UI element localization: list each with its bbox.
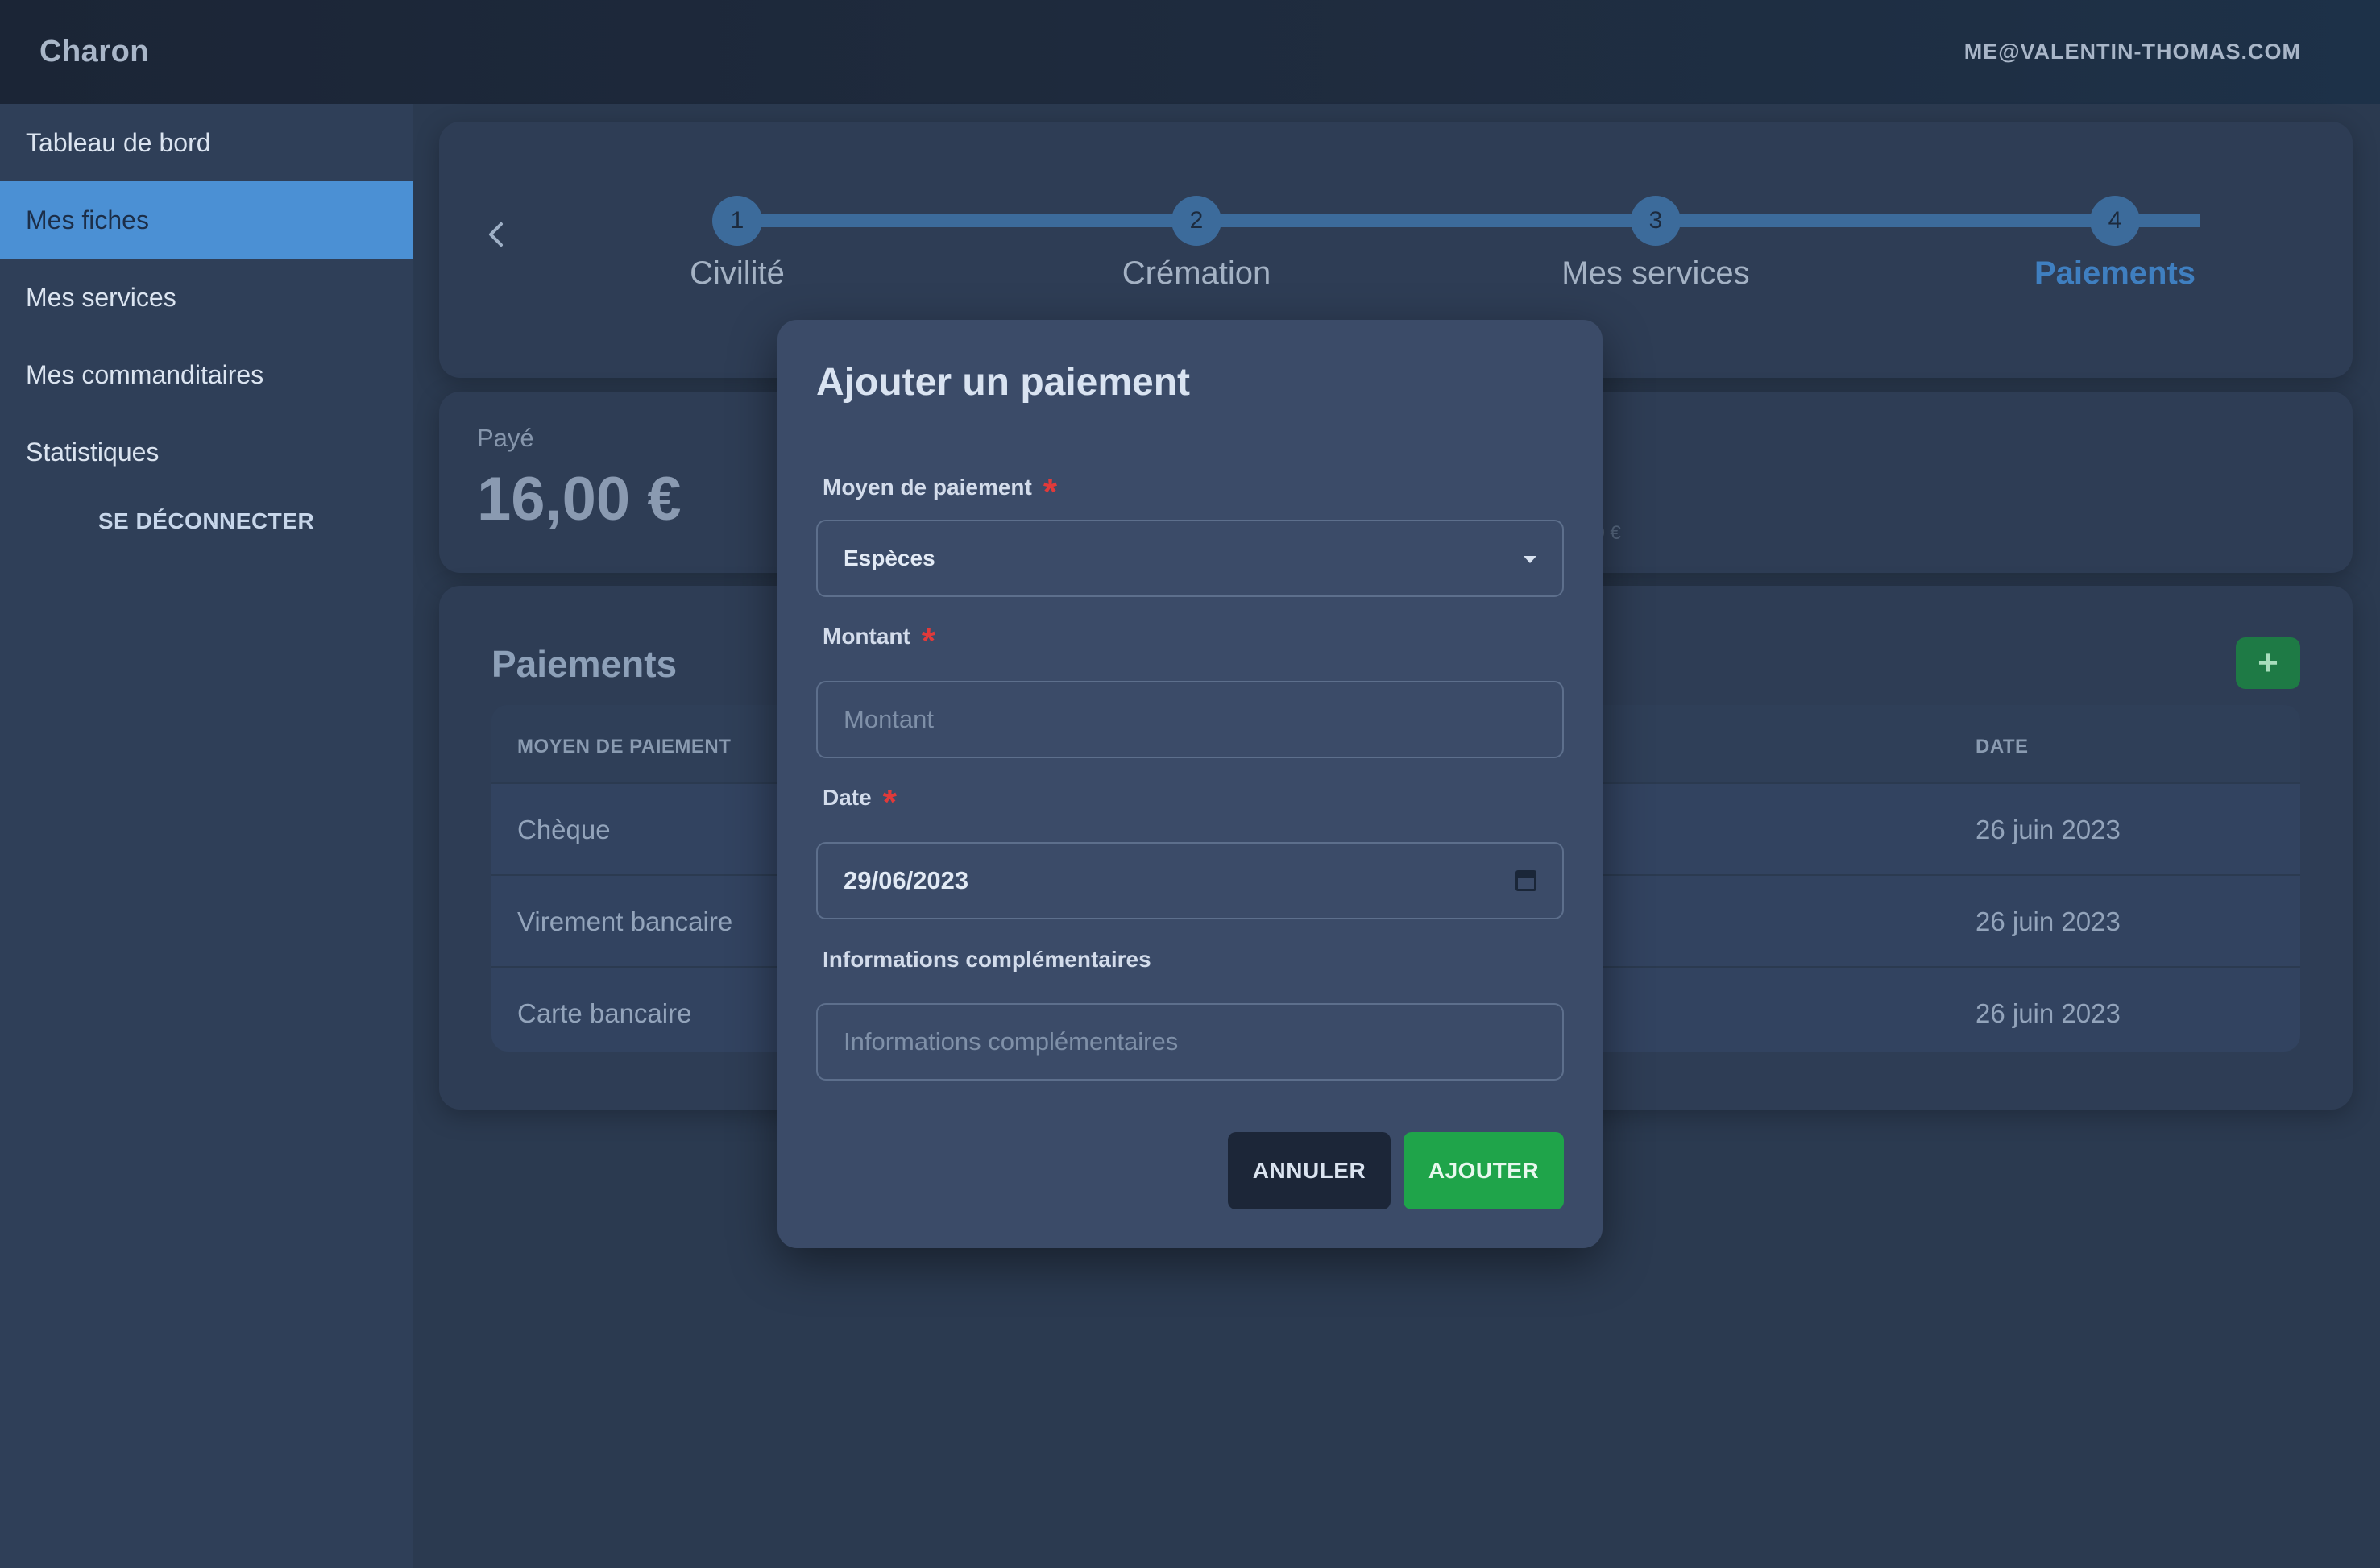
sidebar-item-tableau-de-bord[interactable]: Tableau de bord (0, 104, 413, 181)
info-placeholder: Informations complémentaires (844, 1027, 1179, 1056)
add-payment-modal: Ajouter un paiement Moyen de paiement * … (777, 320, 1603, 1248)
required-asterisk-icon: * (921, 621, 935, 661)
calendar-icon[interactable] (1515, 870, 1536, 891)
app-brand[interactable]: Charon (39, 35, 149, 69)
required-asterisk-icon: * (1043, 472, 1057, 512)
payment-method-select[interactable]: Espèces (816, 520, 1564, 597)
step-paiements[interactable]: 4 Paiements (1994, 196, 2236, 292)
step-label: Mes services (1561, 255, 1750, 291)
label-text: Date (823, 785, 872, 810)
cell-date: 26 juin 2023 (1976, 906, 2121, 936)
amount-placeholder: Montant (844, 705, 935, 733)
select-value: Espèces (844, 545, 935, 570)
plus-icon: + (2258, 643, 2278, 682)
sidebar-item-mes-services[interactable]: Mes services (0, 259, 413, 336)
date-value: 29/06/2023 (844, 866, 969, 894)
date-input[interactable]: 29/06/2023 (816, 842, 1564, 919)
amount-label: Montant * (823, 624, 935, 659)
logout-button[interactable]: SE DÉCONNECTER (0, 508, 413, 534)
payment-method-label: Moyen de paiement * (823, 475, 1057, 510)
required-asterisk-icon: * (882, 782, 897, 822)
step-number: 4 (2090, 196, 2140, 246)
step-label: Crémation (1122, 255, 1271, 291)
payments-title: Paiements (491, 643, 678, 685)
label-text: Moyen de paiement (823, 475, 1032, 500)
submit-button[interactable]: AJOUTER (1404, 1132, 1564, 1209)
paid-value: 16,00 € (477, 465, 682, 533)
cell-date: 26 juin 2023 (1976, 815, 2121, 844)
caret-down-icon (1524, 548, 1536, 569)
cancel-button[interactable]: ANNULER (1228, 1132, 1391, 1209)
sidebar-item-mes-commanditaires[interactable]: Mes commanditaires (0, 336, 413, 413)
step-number: 3 (1631, 196, 1681, 246)
label-text: Montant (823, 624, 910, 649)
step-number: 1 (712, 196, 762, 246)
cell-date: 26 juin 2023 (1976, 998, 2121, 1028)
column-header-method: MOYEN DE PAIEMENT (517, 736, 732, 757)
step-cremation[interactable]: 2 Crémation (1076, 196, 1317, 292)
label-text: Informations complémentaires (823, 947, 1151, 972)
cell-method: Chèque (517, 815, 611, 844)
stepper-track (737, 214, 2200, 227)
cell-method: Carte bancaire (517, 998, 692, 1028)
add-payment-button[interactable]: + (2236, 637, 2300, 689)
modal-title: Ajouter un paiement (816, 361, 1191, 404)
column-header-date: DATE (1976, 736, 2029, 757)
step-mes-services[interactable]: 3 Mes services (1535, 196, 1777, 292)
sidebar-item-mes-fiches[interactable]: Mes fiches (0, 181, 413, 259)
user-email[interactable]: ME@VALENTIN-THOMAS.COM (1964, 39, 2301, 64)
sidebar: Tableau de bord Mes fiches Mes services … (0, 104, 413, 1568)
info-input[interactable]: Informations complémentaires (816, 1003, 1564, 1081)
chevron-left-icon[interactable] (479, 218, 512, 251)
step-number: 2 (1171, 196, 1221, 246)
date-label: Date * (823, 782, 897, 822)
sidebar-item-statistiques[interactable]: Statistiques (0, 413, 413, 491)
step-label: Paiements (2034, 255, 2196, 291)
cell-method: Virement bancaire (517, 906, 733, 936)
paid-label: Payé (477, 424, 534, 452)
amount-input[interactable]: Montant (816, 681, 1564, 758)
step-label: Civilité (690, 255, 785, 291)
top-bar: Charon ME@VALENTIN-THOMAS.COM (0, 0, 2380, 104)
step-civilite[interactable]: 1 Civilité (616, 196, 858, 292)
info-label: Informations complémentaires (823, 947, 1151, 973)
